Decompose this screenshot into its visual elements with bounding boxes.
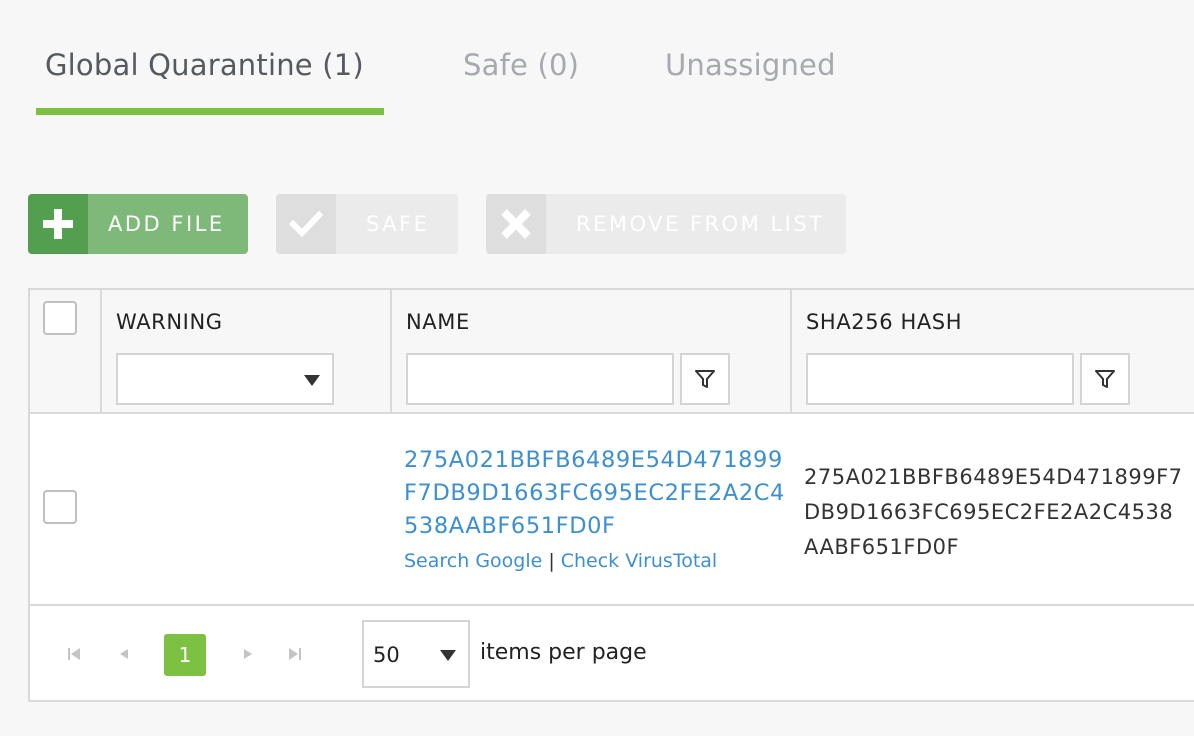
column-divider xyxy=(390,290,392,414)
dropdown-arrow-icon xyxy=(440,650,456,661)
sha256-hash-value: 275A021BBFB6489E54D471899F7DB9D1663FC695… xyxy=(804,465,1183,559)
filter-icon xyxy=(695,370,715,388)
previous-page-icon[interactable] xyxy=(117,646,131,666)
tab-safe[interactable]: Safe (0) xyxy=(463,48,579,82)
name-filter-button[interactable] xyxy=(680,353,730,405)
column-header-warning[interactable]: WARNING xyxy=(116,310,223,334)
grid-header: WARNING NAME SHA256 HASH xyxy=(30,290,1194,414)
remove-from-list-label: REMOVE FROM LIST xyxy=(576,212,825,236)
link-separator: | xyxy=(548,550,555,572)
row-checkbox[interactable] xyxy=(43,490,77,524)
checkmark-icon xyxy=(276,194,336,254)
tab-unassigned[interactable]: Unassigned xyxy=(665,48,836,82)
table-row: 275A021BBFB6489E54D471899F7DB9D1663FC695… xyxy=(30,414,1194,606)
hash-filter-input[interactable] xyxy=(806,353,1074,405)
page-size-value: 50 xyxy=(373,643,400,667)
quarantine-grid: WARNING NAME SHA256 HASH 275A021BBFB6489… xyxy=(28,288,1194,702)
add-file-label: ADD FILE xyxy=(108,212,225,236)
page-size-select[interactable]: 50 xyxy=(362,620,470,688)
filter-icon xyxy=(1095,370,1115,388)
tab-global-quarantine[interactable]: Global Quarantine (1) xyxy=(45,48,364,82)
page-size-label: items per page xyxy=(480,640,647,665)
next-page-icon[interactable] xyxy=(241,646,255,666)
active-tab-indicator xyxy=(36,108,384,115)
name-filter-input[interactable] xyxy=(406,353,674,405)
file-name-link[interactable]: 275A021BBFB6489E54D471899F7DB9D1663FC695… xyxy=(404,444,794,543)
column-divider xyxy=(790,290,792,414)
select-all-checkbox[interactable] xyxy=(43,301,77,335)
last-page-icon[interactable] xyxy=(287,646,303,666)
safe-button[interactable]: SAFE xyxy=(276,194,458,254)
safe-label: SAFE xyxy=(366,212,430,236)
add-file-button[interactable]: ADD FILE xyxy=(28,194,248,254)
hash-filter-button[interactable] xyxy=(1080,353,1130,405)
warning-filter-select[interactable] xyxy=(116,353,334,405)
current-page-button[interactable]: 1 xyxy=(164,634,206,676)
row-actions: Search Google | Check VirusTotal xyxy=(404,550,717,572)
check-virustotal-link[interactable]: Check VirusTotal xyxy=(561,550,717,572)
column-header-name[interactable]: NAME xyxy=(406,310,470,334)
tab-bar: Global Quarantine (1) Safe (0) Unassigne… xyxy=(36,40,1036,116)
search-google-link[interactable]: Search Google xyxy=(404,550,542,572)
close-icon xyxy=(486,194,546,254)
plus-icon xyxy=(28,194,88,254)
column-divider xyxy=(100,290,102,414)
column-header-sha256-hash[interactable]: SHA256 HASH xyxy=(806,310,962,334)
pager: 1 50 items per page xyxy=(30,608,1194,702)
dropdown-arrow-icon xyxy=(304,375,320,386)
first-page-icon[interactable] xyxy=(66,646,82,666)
remove-from-list-button[interactable]: REMOVE FROM LIST xyxy=(486,194,846,254)
